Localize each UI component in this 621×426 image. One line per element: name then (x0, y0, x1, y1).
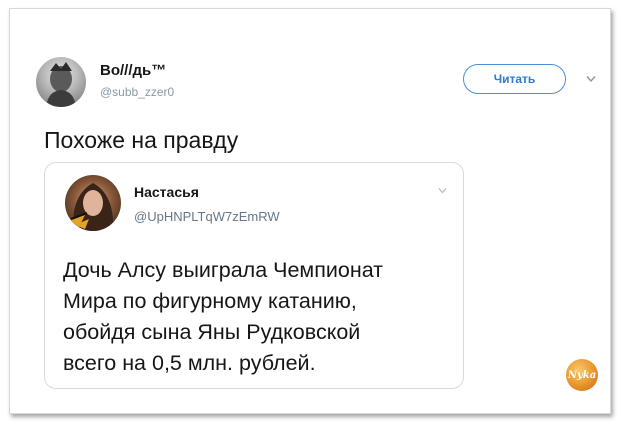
quoted-tweet-text: Дочь Алсу выиграла Чемпионат Мира по фиг… (63, 255, 458, 379)
author-avatar[interactable] (36, 57, 86, 107)
follow-button[interactable]: Читать (463, 64, 566, 94)
author-handle[interactable]: @subb_zzer0 (100, 85, 174, 99)
watermark-logo: Nyka (566, 359, 598, 391)
quoted-author-name[interactable]: Настасья (134, 184, 199, 200)
author-name[interactable]: Bo///дь™ (100, 62, 166, 79)
chevron-down-icon[interactable] (586, 75, 596, 83)
quoted-text-line: обойдя сына Яны Рудковской (63, 320, 361, 344)
chevron-down-icon[interactable] (438, 187, 447, 194)
quoted-author-handle[interactable]: @UpHNPLTqW7zEmRW (134, 209, 280, 224)
tweet-card: Bo///дь™ @subb_zzer0 Читать Похоже на пр… (9, 8, 611, 414)
quoted-author-avatar[interactable] (65, 175, 121, 231)
tweet-text: Похоже на правду (44, 127, 239, 153)
quoted-text-line: Мира по фигурному катанию, (63, 289, 357, 313)
quoted-text-line: Дочь Алсу выиграла Чемпионат (63, 258, 384, 282)
quoted-tweet[interactable]: Настасья @UpHNPLTqW7zEmRW Дочь Алсу выиг… (44, 162, 464, 389)
quoted-text-line: всего на 0,5 млн. рублей. (63, 351, 316, 375)
